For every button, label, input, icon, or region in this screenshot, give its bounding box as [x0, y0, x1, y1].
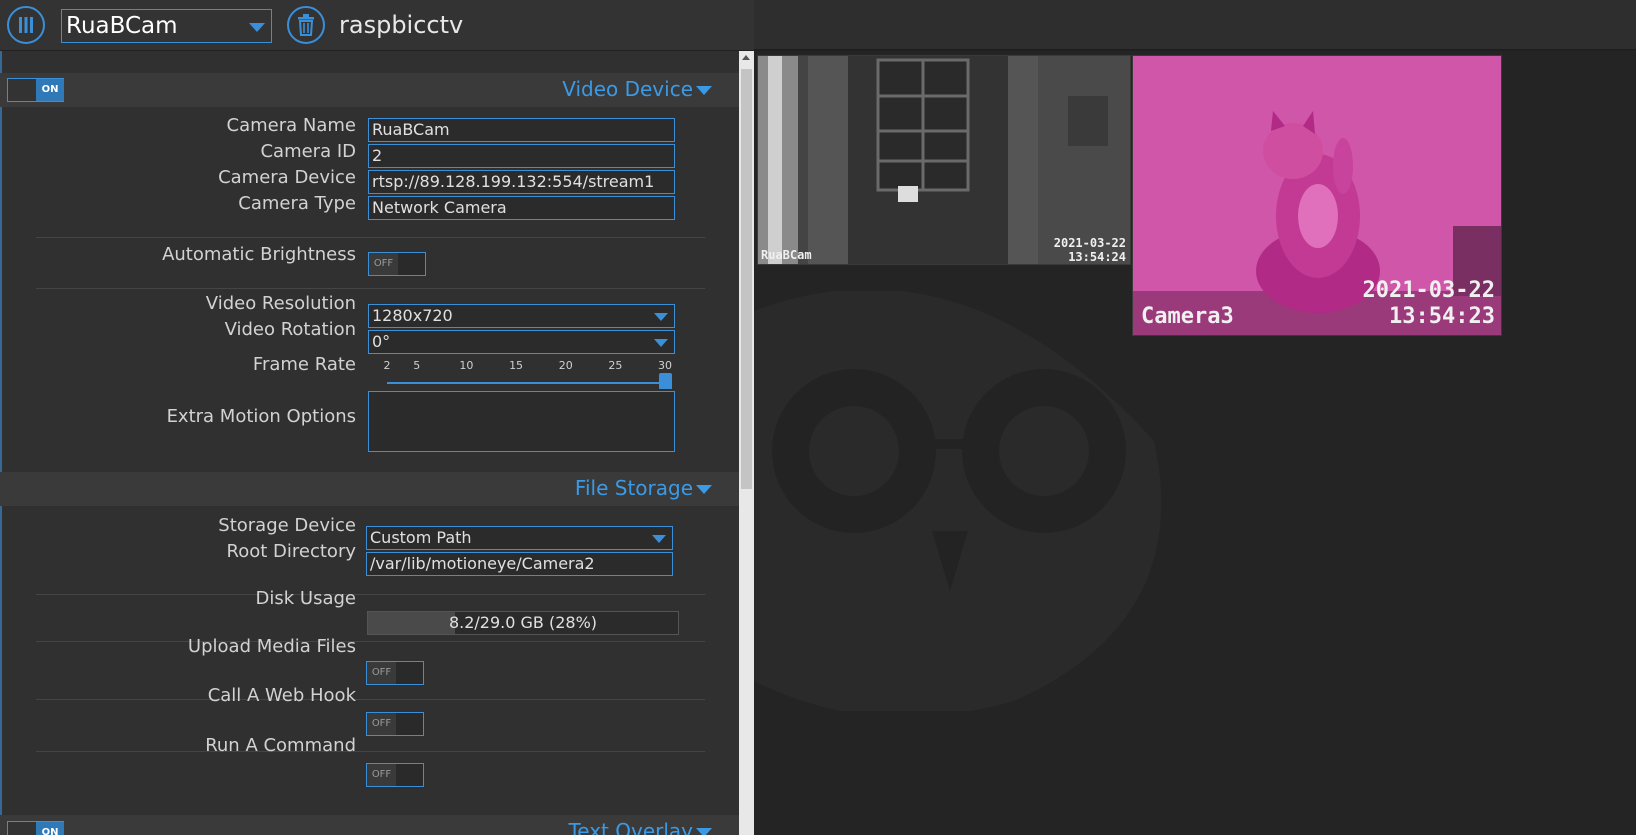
camera-date-overlay: 2021-03-22	[1053, 236, 1126, 250]
frame-rate-tick: 30	[658, 359, 672, 372]
video-resolution-select[interactable]: 1280x720	[368, 304, 675, 328]
camera-id-input[interactable]: 2	[368, 144, 675, 168]
camera-frame-camera3[interactable]: Camera3 2021-03-22 13:54:23	[1132, 55, 1502, 336]
camera-grid: RuaBCam 2021-03-22 13:54:24 Camera3 2021…	[754, 51, 1636, 835]
toggle-label: ON	[36, 822, 64, 835]
chevron-down-icon	[249, 23, 265, 32]
run-command-label: Run A Command	[205, 735, 356, 756]
camera-frame-ruabcam[interactable]: RuaBCam 2021-03-22 13:54:24	[757, 55, 1131, 265]
run-command-toggle[interactable]: OFF	[366, 763, 424, 787]
camera-select-value: RuaBCam	[66, 13, 178, 39]
panel-edge	[0, 51, 2, 835]
camera-time-overlay: 13:54:24	[1068, 250, 1126, 264]
auto-brightness-toggle[interactable]: OFF	[368, 252, 426, 276]
frame-rate-tick: 25	[608, 359, 623, 372]
video-rotation-label: Video Rotation	[224, 319, 356, 340]
frame-rate-tick: 15	[509, 359, 524, 372]
toggle-label: OFF	[367, 764, 396, 786]
select-value: 0°	[372, 332, 391, 351]
frame-rate-tick: 2	[383, 359, 391, 372]
auto-brightness-label: Automatic Brightness	[162, 244, 356, 265]
scrollbar-thumb[interactable]	[741, 69, 752, 489]
camera-name-input[interactable]: RuaBCam	[368, 118, 675, 142]
trash-icon	[298, 14, 314, 36]
disk-usage-bar: 8.2/29.0 GB (28%)	[367, 611, 679, 635]
toggle-knob	[8, 79, 36, 101]
section-video-device[interactable]: ON Video Device	[0, 73, 739, 107]
caret-down-icon	[696, 828, 712, 835]
caret-down-icon	[696, 485, 712, 494]
camera-name-overlay: RuaBCam	[761, 248, 812, 262]
scroll-up-arrow-icon[interactable]	[742, 55, 750, 60]
chevron-down-icon	[654, 339, 668, 347]
video-device-enable-toggle[interactable]: ON	[7, 78, 64, 102]
toggle-label: OFF	[367, 662, 396, 684]
remove-camera-button[interactable]	[287, 6, 325, 44]
toggle-label: ON	[36, 79, 64, 101]
web-hook-label: Call A Web Hook	[207, 685, 356, 706]
disk-usage-label: Disk Usage	[255, 588, 356, 609]
camera-type-input[interactable]: Network Camera	[368, 196, 675, 220]
video-resolution-label: Video Resolution	[205, 293, 356, 314]
frame-rate-handle[interactable]	[659, 373, 672, 389]
frame-rate-tick: 10	[459, 359, 474, 372]
divider	[36, 699, 705, 700]
frame-rate-tick: 20	[558, 359, 573, 372]
disk-usage-text: 8.2/29.0 GB (28%)	[448, 613, 598, 632]
frame-rate-tick: 5	[413, 359, 421, 372]
chevron-down-icon	[652, 535, 666, 543]
camera-select[interactable]: RuaBCam	[61, 9, 272, 43]
divider	[36, 751, 705, 752]
divider	[36, 288, 705, 289]
storage-device-select[interactable]: Custom Path	[366, 526, 673, 550]
menu-bars-icon	[19, 17, 33, 33]
toggle-label: OFF	[369, 253, 398, 275]
frame-rate-label: Frame Rate	[252, 354, 356, 375]
camera-device-input[interactable]: rtsp://89.128.199.132:554/stream1	[368, 170, 675, 194]
camera-image-door	[758, 56, 1130, 264]
section-title: Text Overlay	[568, 819, 693, 835]
section-title: Video Device	[562, 77, 693, 101]
frame-rate-fill	[387, 382, 665, 384]
camera-name-label: Camera Name	[226, 115, 356, 136]
camera-id-label: Camera ID	[260, 141, 356, 162]
extra-motion-options-label: Extra Motion Options	[166, 406, 356, 427]
settings-scrollbar[interactable]	[739, 51, 754, 835]
owl-logo-icon	[754, 291, 1162, 711]
camera-type-label: Camera Type	[238, 193, 356, 214]
section-text-overlay[interactable]: ON Text Overlay	[0, 815, 739, 835]
select-value: Custom Path	[370, 528, 472, 547]
toggle-label: OFF	[367, 713, 396, 735]
upload-media-label: Upload Media Files	[187, 636, 356, 657]
upload-media-toggle[interactable]: OFF	[366, 661, 424, 685]
select-value: 1280x720	[372, 306, 453, 325]
section-file-storage[interactable]: File Storage	[0, 472, 739, 506]
divider	[36, 641, 705, 642]
frame-rate-ticks: 2 5 10 15 20 25 30	[383, 359, 673, 373]
settings-panel: ON Video Device Camera Name RuaBCam Came…	[0, 51, 739, 835]
root-directory-input[interactable]: /var/lib/motioneye/Camera2	[366, 552, 673, 576]
text-overlay-enable-toggle[interactable]: ON	[7, 821, 64, 835]
storage-device-label: Storage Device	[218, 515, 356, 536]
divider	[36, 237, 705, 238]
web-hook-toggle[interactable]: OFF	[366, 712, 424, 736]
settings-menu-button[interactable]	[7, 6, 45, 44]
camera-name-overlay: Camera3	[1141, 304, 1234, 329]
extra-motion-options-textarea[interactable]	[368, 391, 675, 452]
video-rotation-select[interactable]: 0°	[368, 330, 675, 354]
root-directory-label: Root Directory	[226, 541, 356, 562]
camera-time-overlay: 13:54:23	[1389, 304, 1495, 329]
camera-date-overlay: 2021-03-22	[1362, 278, 1495, 303]
hostname-title: raspbicctv	[339, 11, 464, 39]
caret-down-icon	[696, 86, 712, 95]
divider	[36, 594, 705, 595]
top-bar-left: RuaBCam raspbicctv	[0, 0, 754, 50]
toggle-knob	[8, 822, 36, 835]
top-bar: RuaBCam raspbicctv	[0, 0, 1636, 50]
chevron-down-icon	[654, 313, 668, 321]
section-title: File Storage	[574, 476, 693, 500]
camera-device-label: Camera Device	[218, 167, 356, 188]
